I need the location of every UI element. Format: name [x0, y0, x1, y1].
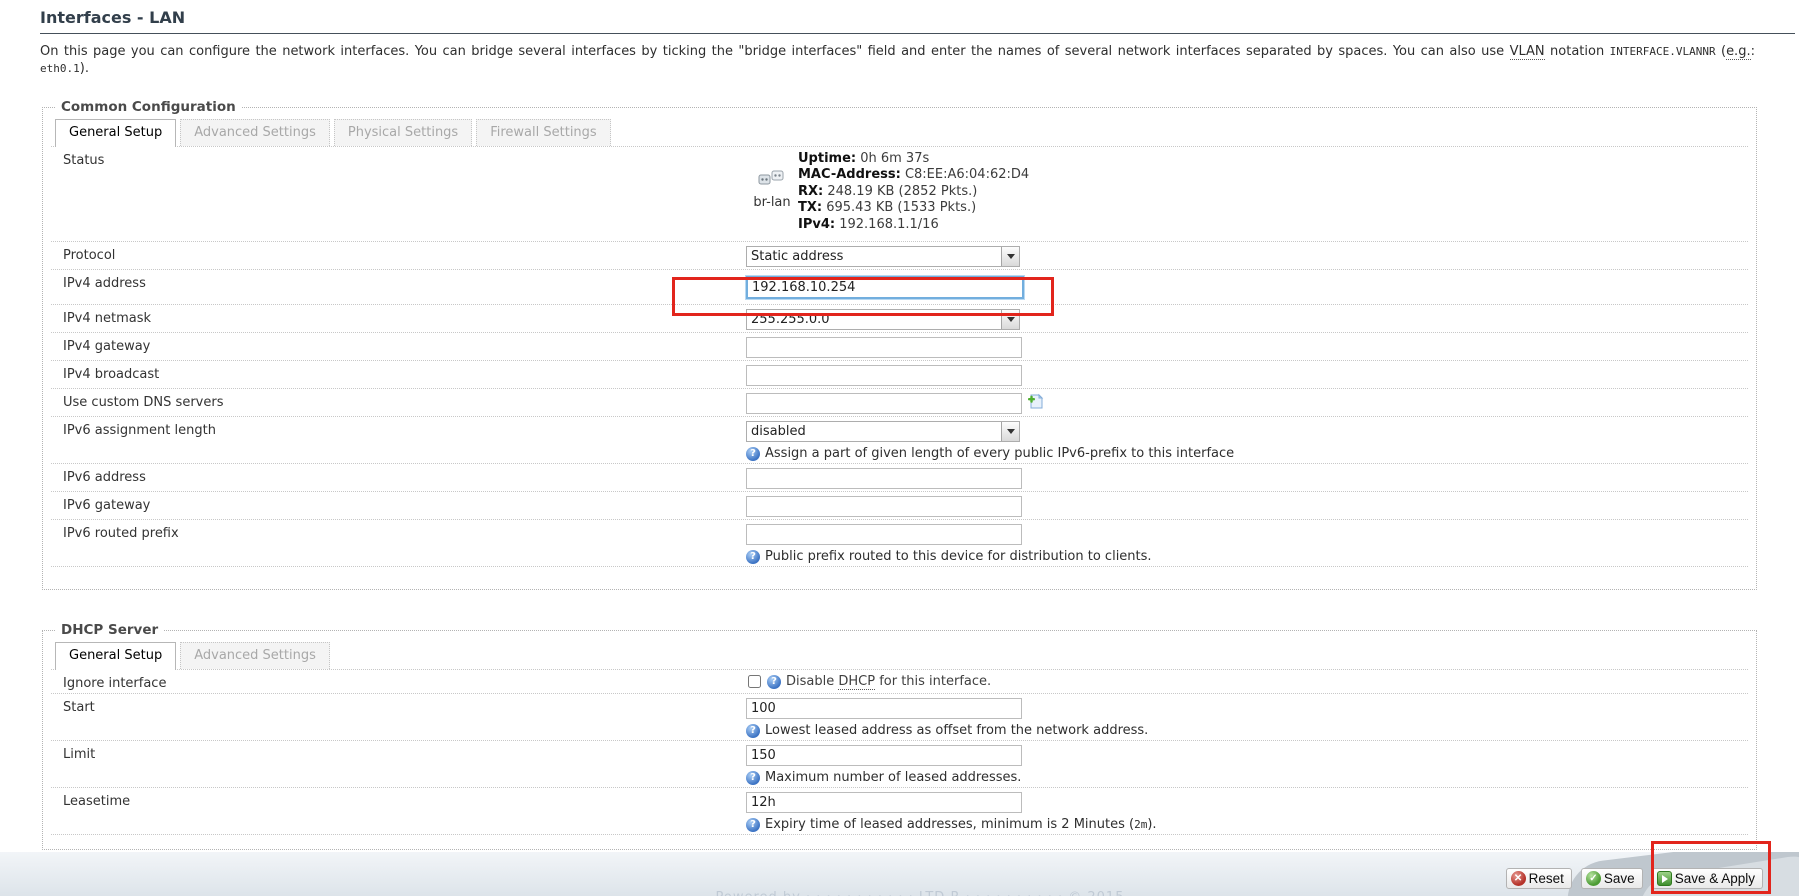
dhcp-leasetime-hint: ? Expiry time of leased addresses, minim… — [746, 817, 1748, 832]
dhcp-limit-label: Limit — [51, 743, 746, 785]
dhcp-server-legend: DHCP Server — [55, 622, 164, 638]
help-icon: ? — [746, 771, 760, 785]
common-config-tabs: General Setup Advanced Settings Physical… — [55, 119, 1748, 146]
dhcp-start-input[interactable] — [746, 698, 1022, 719]
dhcp-leasetime-input[interactable] — [746, 792, 1022, 813]
page-title: Interfaces - LAN — [40, 8, 1795, 34]
help-icon: ? — [746, 550, 760, 564]
ipv4-address-row: IPv4 address — [51, 269, 1748, 304]
dropdown-arrow-icon — [1001, 310, 1019, 329]
stat-ipv4: IPv4: 192.168.1.1/16 — [798, 217, 1029, 233]
code-interface-vlannr: INTERFACE.VLANNR — [1610, 45, 1716, 58]
bridge-interface-icon — [757, 169, 787, 189]
dhcp-limit-row: Limit ? Maximum number of leased address… — [51, 740, 1748, 787]
dhcp-limit-hint: ? Maximum number of leased addresses. — [746, 770, 1748, 785]
interface-stats: Uptime: 0h 6m 37s MAC-Address: C8:EE:A6:… — [798, 151, 1029, 233]
custom-dns-row: Use custom DNS servers — [51, 388, 1748, 416]
stat-tx: TX: 695.43 KB (1533 Pkts.) — [798, 200, 1029, 216]
ipv6-address-label: IPv6 address — [51, 466, 746, 489]
save-icon: ✓ — [1586, 871, 1601, 886]
ipv4-netmask-select[interactable]: 255.255.0.0 — [746, 309, 1020, 330]
ipv4-gateway-row: IPv4 gateway — [51, 332, 1748, 360]
ipv6-address-row: IPv6 address — [51, 463, 1748, 491]
tab-general-setup[interactable]: General Setup — [55, 119, 176, 147]
tab-firewall-settings[interactable]: Firewall Settings — [476, 119, 610, 146]
dhcp-abbr: DHCP — [838, 674, 875, 690]
dhcp-leasetime-label: Leasetime — [51, 790, 746, 832]
add-dns-entry-icon[interactable] — [1027, 393, 1044, 414]
stat-rx: RX: 248.19 KB (2852 Pkts.) — [798, 184, 1029, 200]
custom-dns-input[interactable] — [746, 393, 1022, 414]
dhcp-tab-advanced-settings[interactable]: Advanced Settings — [180, 642, 330, 669]
ipv4-gateway-input[interactable] — [746, 337, 1022, 358]
custom-dns-label: Use custom DNS servers — [51, 391, 746, 414]
dhcp-start-row: Start ? Lowest leased address as offset … — [51, 693, 1748, 740]
dhcp-leasetime-row: Leasetime ? Expiry time of leased addres… — [51, 787, 1748, 834]
ipv6-prefix-input[interactable] — [746, 524, 1022, 545]
dropdown-arrow-icon — [1001, 422, 1019, 441]
device-name: br-lan — [746, 195, 798, 210]
page-description: On this page you can configure the netwo… — [40, 43, 1755, 77]
ignore-interface-row: Ignore interface ? Disable DHCP for this… — [51, 669, 1748, 693]
reset-button[interactable]: ✕ Reset — [1506, 868, 1572, 889]
reset-icon: ✕ — [1511, 871, 1526, 886]
tab-physical-settings[interactable]: Physical Settings — [334, 119, 472, 146]
protocol-label: Protocol — [51, 244, 746, 267]
leasetime-min-code: 2m — [1134, 818, 1147, 831]
dhcp-start-label: Start — [51, 696, 746, 738]
vlan-abbr: VLAN — [1510, 44, 1545, 60]
ipv6-assignment-select[interactable]: disabled — [746, 421, 1020, 442]
ipv4-broadcast-label: IPv4 broadcast — [51, 363, 746, 386]
ipv4-netmask-label: IPv4 netmask — [51, 307, 746, 330]
dhcp-tabs: General Setup Advanced Settings — [55, 642, 1748, 669]
ipv6-prefix-label: IPv6 routed prefix — [51, 522, 746, 564]
ipv4-netmask-row: IPv4 netmask 255.255.0.0 — [51, 304, 1748, 332]
help-icon: ? — [746, 447, 760, 461]
common-configuration-section: Common Configuration General Setup Advan… — [42, 99, 1757, 590]
dropdown-arrow-icon — [1001, 247, 1019, 266]
ipv6-gateway-row: IPv6 gateway — [51, 491, 1748, 519]
dhcp-start-hint: ? Lowest leased address as offset from t… — [746, 723, 1748, 738]
ipv4-broadcast-row: IPv4 broadcast — [51, 360, 1748, 388]
ipv6-assignment-label: IPv6 assignment length — [51, 419, 746, 461]
ignore-interface-checkbox[interactable] — [748, 675, 761, 688]
bridge-device: br-lan — [746, 151, 798, 233]
footer-clipped-text: Powered by · · · · · · · · · · · LTD R ·… — [560, 890, 1280, 896]
common-configuration-legend: Common Configuration — [55, 99, 242, 115]
ipv6-assignment-hint: ? Assign a part of given length of every… — [746, 446, 1748, 461]
ipv4-gateway-label: IPv4 gateway — [51, 335, 746, 358]
ipv6-assignment-row: IPv6 assignment length disabled ? Assign… — [51, 416, 1748, 463]
save-apply-icon — [1657, 871, 1672, 886]
ignore-interface-hint: Disable DHCP for this interface. — [786, 674, 991, 689]
status-row: Status br-lan — [51, 146, 1748, 241]
ipv6-gateway-label: IPv6 gateway — [51, 494, 746, 517]
dhcp-server-section: DHCP Server General Setup Advanced Setti… — [42, 622, 1757, 850]
eg-abbr: e.g. — [1726, 44, 1751, 60]
help-icon: ? — [746, 818, 760, 832]
help-icon: ? — [746, 724, 760, 738]
help-icon: ? — [767, 675, 781, 689]
ipv4-address-input[interactable] — [746, 276, 1024, 299]
status-label: Status — [51, 149, 746, 239]
ipv6-gateway-input[interactable] — [746, 496, 1022, 517]
dhcp-limit-input[interactable] — [746, 745, 1022, 766]
code-eth0-1: eth0.1 — [40, 62, 80, 75]
tab-advanced-settings[interactable]: Advanced Settings — [180, 119, 330, 146]
luci-interfaces-page: { "page": { "title": "Interfaces - LAN",… — [0, 8, 1799, 896]
save-apply-button[interactable]: Save & Apply — [1652, 868, 1763, 889]
stat-uptime: Uptime: 0h 6m 37s — [798, 151, 1029, 167]
ipv6-address-input[interactable] — [746, 468, 1022, 489]
dhcp-tab-general-setup[interactable]: General Setup — [55, 642, 176, 670]
ipv4-address-label: IPv4 address — [51, 272, 746, 302]
save-button[interactable]: ✓ Save — [1581, 868, 1643, 889]
ipv6-prefix-hint: ? Public prefix routed to this device fo… — [746, 549, 1748, 564]
stat-mac: MAC-Address: C8:EE:A6:04:62:D4 — [798, 167, 1029, 183]
ignore-interface-label: Ignore interface — [51, 672, 746, 691]
ipv6-prefix-row: IPv6 routed prefix ? Public prefix route… — [51, 519, 1748, 566]
ipv4-broadcast-input[interactable] — [746, 365, 1022, 386]
action-button-bar: ✕ Reset ✓ Save Save & Apply — [1506, 868, 1763, 889]
protocol-row: Protocol Static address — [51, 241, 1748, 269]
protocol-select[interactable]: Static address — [746, 246, 1020, 267]
